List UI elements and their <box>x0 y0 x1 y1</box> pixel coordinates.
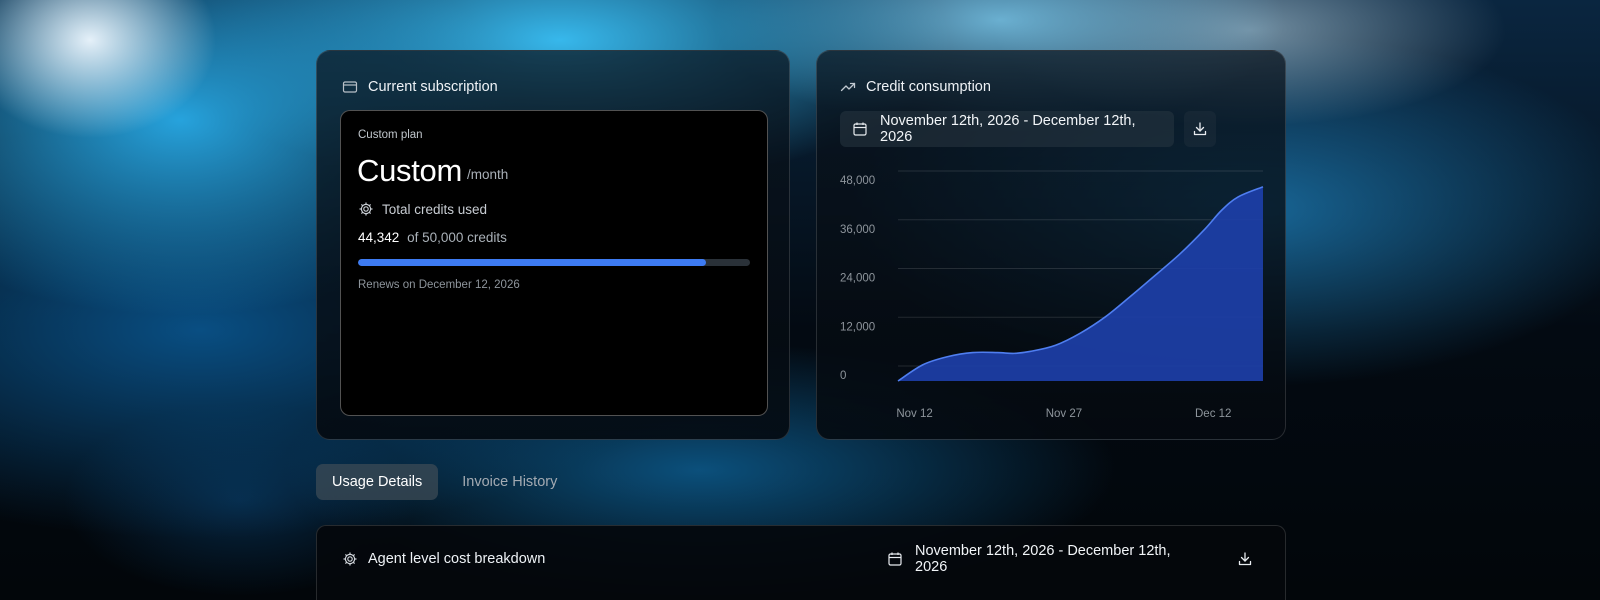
credits-total: of 50,000 credits <box>407 230 507 245</box>
credits-progress-bar <box>358 259 750 266</box>
tab-usage-details[interactable]: Usage Details <box>316 464 439 500</box>
chart-x-tick-label: Dec 12 <box>1195 408 1231 420</box>
agent-breakdown-title: Agent level cost breakdown <box>368 551 546 567</box>
agent-date-range-button[interactable]: November 12th, 2026 - December 12th, 202… <box>887 541 1217 577</box>
subscription-title: Current subscription <box>368 79 498 95</box>
credits-used-value: 44,342 <box>358 230 400 245</box>
renewal-date: Renews on December 12, 2026 <box>358 279 520 291</box>
calendar-icon <box>887 551 903 567</box>
subscription-header: Current subscription <box>342 79 498 95</box>
agent-cost-breakdown-card: Agent level cost breakdown November 12th… <box>316 525 1286 600</box>
background <box>0 0 1600 600</box>
chart-x-tick-label: Nov 12 <box>896 408 932 420</box>
chart-y-tick-label: 12,000 <box>840 321 875 333</box>
credit-consumption-card: Credit consumption November 12th, 2026 -… <box>816 50 1286 440</box>
chart-y-tick-label: 36,000 <box>840 224 875 236</box>
credits-progress-fill <box>358 259 706 266</box>
chart-y-tick-label: 0 <box>840 370 846 382</box>
plan-period: /month <box>467 167 509 182</box>
chart-x-tick-label: Nov 27 <box>1046 408 1082 420</box>
gear-icon <box>342 551 358 567</box>
agent-date-range: November 12th, 2026 - December 12th, 202… <box>915 543 1171 575</box>
details-tabs: Usage Details Invoice History <box>316 464 573 500</box>
agent-breakdown-header: Agent level cost breakdown <box>342 551 545 567</box>
credits-used-row: Total credits used <box>358 201 487 217</box>
credit-consumption-chart: 0 12,000 24,000 36,000 48,000 Nov 12 Nov 27 Dec… <box>840 170 1264 420</box>
current-subscription-card: Current subscription Custom plan Custom … <box>316 50 790 440</box>
tab-invoice-history[interactable]: Invoice History <box>448 464 573 500</box>
chart-y-tick-label: 48,000 <box>840 175 875 187</box>
credits-label: Total credits used <box>382 201 488 217</box>
chart-y-tick-label: 24,000 <box>840 273 875 285</box>
download-icon <box>1237 551 1253 567</box>
agent-download-button[interactable] <box>1229 541 1261 577</box>
chart-area-fill <box>898 186 1263 381</box>
credit-card-icon <box>342 79 358 95</box>
plan-box: Custom plan Custom /month Total credits … <box>340 110 768 416</box>
usage-row: 44,342 of 50,000 credits <box>358 230 507 245</box>
plan-name: Custom <box>357 153 463 188</box>
plan-label: Custom plan <box>358 129 423 141</box>
gear-icon <box>358 201 374 217</box>
